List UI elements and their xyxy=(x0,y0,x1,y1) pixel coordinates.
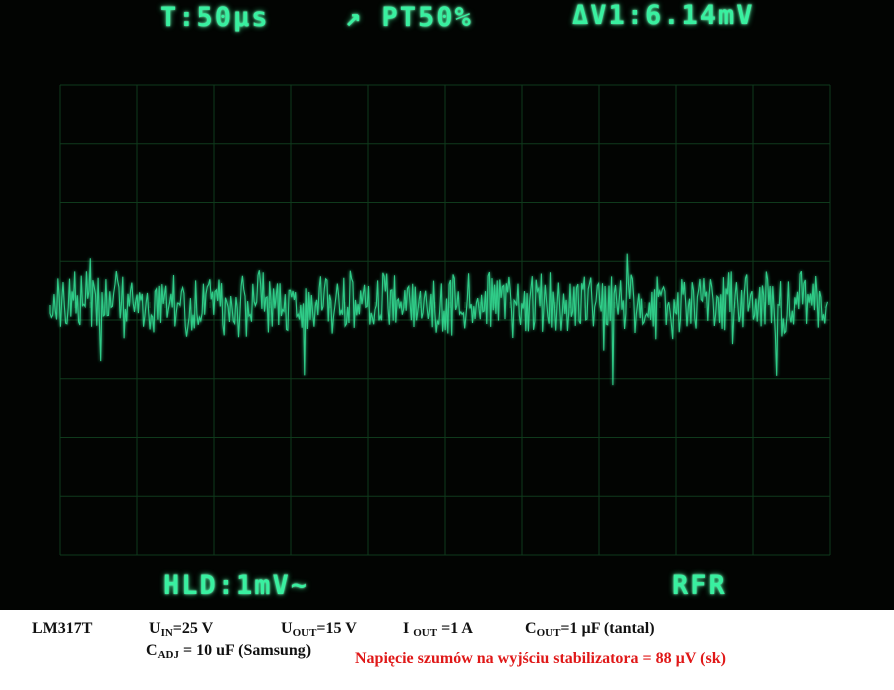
device-label: LM317T xyxy=(32,620,93,637)
oscilloscope-screen: T:50µs ↗ PT50% ΔV1:6.14mV HLD:1mV~ RFR xyxy=(0,0,894,610)
output-capacitor-label: COUT=1 µF (tantal) xyxy=(525,620,655,639)
measurement-caption: LM317T UIN=25 V UOUT=15 V I OUT =1 A COU… xyxy=(0,610,894,690)
output-current-label: I OUT =1 A xyxy=(403,620,473,639)
oscilloscope-display xyxy=(49,84,832,563)
input-voltage-label: UIN=25 V xyxy=(149,620,214,639)
delta-voltage-readout: ΔV1:6.14mV xyxy=(572,0,755,31)
mode-readout: RFR xyxy=(672,570,727,601)
hold-readout: HLD:1mV~ xyxy=(163,570,310,601)
output-voltage-label: UOUT=15 V xyxy=(281,620,357,639)
noise-trace xyxy=(49,253,828,386)
trigger-readout: ↗ PT50% xyxy=(345,2,473,33)
noise-voltage-note: Napięcie szumów na wyjściu stabilizatora… xyxy=(355,650,726,667)
adjust-capacitor-label: CADJ = 10 uF (Samsung) xyxy=(146,642,312,661)
timebase-readout: T:50µs xyxy=(160,2,270,33)
